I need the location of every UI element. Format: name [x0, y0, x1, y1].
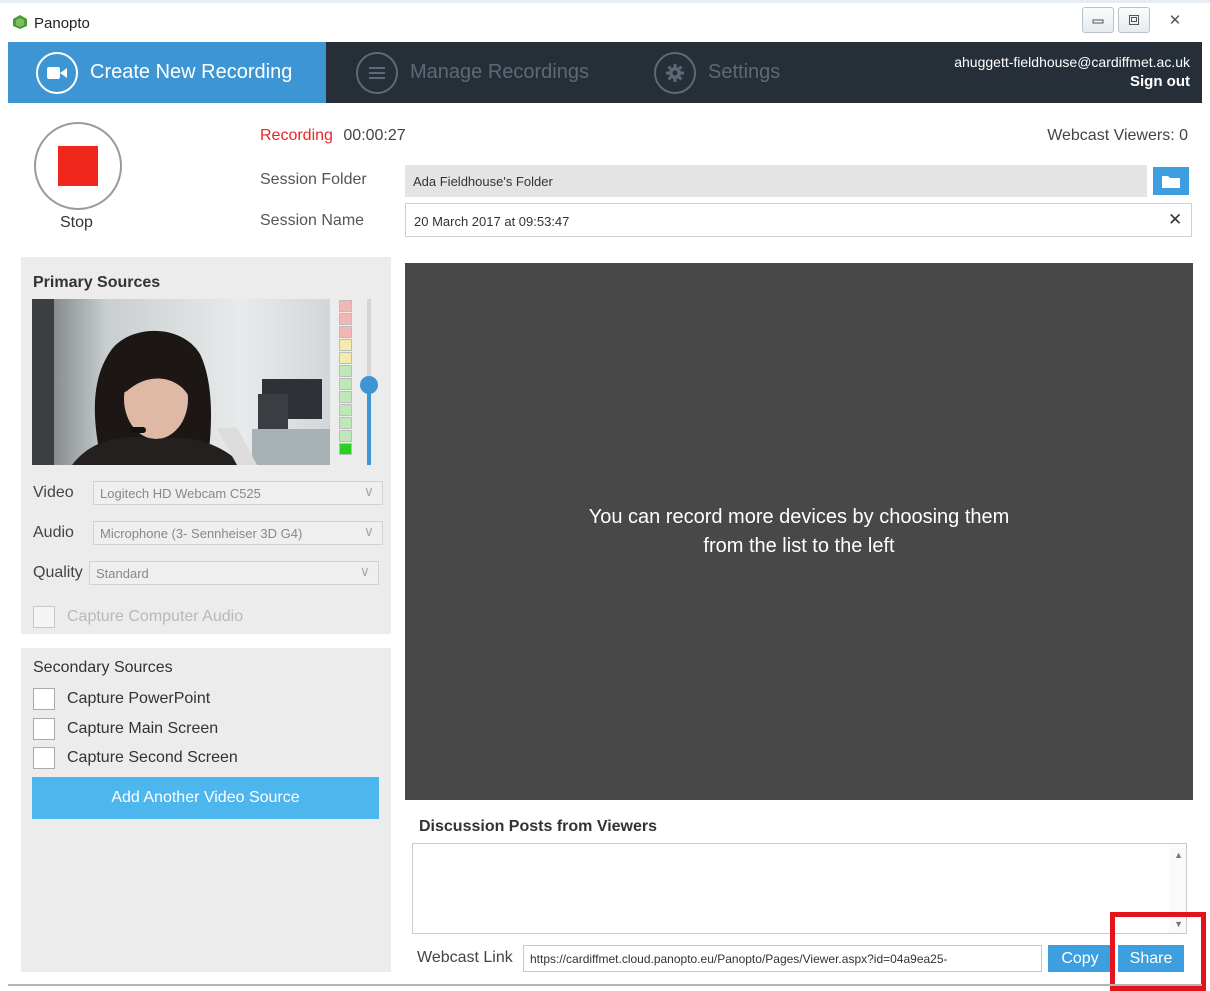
capture-second-screen-option[interactable]: Capture Second Screen [33, 747, 238, 769]
webcam-preview [32, 299, 330, 465]
tab-label: Settings [708, 61, 781, 83]
audio-meter-segment [339, 443, 352, 455]
browse-folder-button[interactable] [1153, 167, 1189, 195]
audio-label: Audio [33, 524, 74, 541]
clear-session-name-icon[interactable]: ✕ [1168, 210, 1182, 230]
session-name-label: Session Name [260, 212, 365, 229]
chevron-down-icon: ∨ [363, 523, 374, 539]
maximize-button[interactable] [1118, 7, 1150, 33]
secondary-sources-title: Secondary Sources [33, 659, 173, 676]
video-source-value: Logitech HD Webcam C525 [100, 486, 261, 501]
quality-label: Quality [33, 564, 83, 581]
webcast-link-label: Webcast Link [417, 949, 513, 966]
webcam-preview-image [32, 299, 330, 465]
stop-icon [58, 146, 98, 186]
capture-second-screen-label: Capture Second Screen [67, 749, 238, 766]
user-email: ahuggett-fieldhouse@cardiffmet.ac.uk [954, 54, 1190, 70]
recording-elapsed-time: 00:00:27 [343, 127, 406, 144]
gear-icon [654, 51, 696, 94]
video-label: Video [33, 484, 74, 501]
video-source-row: Video Logitech HD Webcam C525 ∨ [33, 481, 383, 505]
add-video-source-button[interactable]: Add Another Video Source [32, 777, 379, 819]
capture-computer-audio-checkbox[interactable] [33, 606, 55, 628]
audio-meter-segment [339, 365, 352, 377]
audio-meter-segment [339, 404, 352, 416]
discussion-posts-box: ▲ ▼ [412, 843, 1187, 934]
volume-slider[interactable] [360, 299, 378, 465]
scroll-up-icon[interactable]: ▲ [1174, 850, 1183, 860]
window-bottom-border [8, 984, 1202, 986]
discussion-title: Discussion Posts from Viewers [419, 818, 658, 835]
main-nav: Create New Recording Manage Recordings S… [8, 42, 1202, 103]
tab-create-new-recording[interactable]: Create New Recording [8, 42, 326, 103]
audio-source-row: Audio Microphone (3- Sennheiser 3D G4) ∨ [33, 521, 383, 545]
empty-stage-message: You can record more devices by choosing … [588, 505, 1010, 557]
quality-select[interactable]: Standard ∨ [89, 561, 379, 585]
primary-sources-title: Primary Sources [33, 274, 161, 291]
window-title: Panopto [34, 15, 90, 32]
capture-powerpoint-option[interactable]: Capture PowerPoint [33, 688, 210, 710]
video-camera-icon [36, 51, 78, 94]
close-icon: ✕ [1168, 12, 1182, 29]
secondary-preview-area: You can record more devices by choosing … [405, 263, 1193, 800]
capture-main-screen-label: Capture Main Screen [67, 720, 219, 737]
capture-second-screen-checkbox[interactable] [33, 747, 55, 769]
primary-sources-panel: Primary Sources Video Logitech HD Webcam… [21, 257, 391, 634]
capture-powerpoint-checkbox[interactable] [33, 688, 55, 710]
tab-label: Create New Recording [90, 61, 293, 83]
stop-label: Stop [60, 214, 93, 231]
chevron-down-icon: ∨ [359, 563, 370, 579]
audio-meter-segment [339, 378, 352, 390]
audio-level-meter [339, 300, 353, 456]
minimize-icon [1092, 19, 1104, 24]
list-menu-icon [356, 51, 398, 94]
window-title-bar: Panopto ✕ [0, 0, 1210, 42]
capture-powerpoint-label: Capture PowerPoint [67, 690, 211, 707]
audio-meter-segment [339, 391, 352, 403]
recording-status: Recording 00:00:27 [260, 127, 406, 145]
session-name-input[interactable]: 20 March 2017 at 09:53:47 [405, 203, 1192, 237]
stop-recording-button[interactable] [34, 122, 122, 210]
sign-out-link[interactable]: Sign out [954, 72, 1190, 92]
audio-source-select[interactable]: Microphone (3- Sennheiser 3D G4) ∨ [93, 521, 383, 545]
capture-computer-audio-option[interactable]: Capture Computer Audio [33, 606, 243, 628]
restore-icon [1129, 15, 1139, 25]
quality-value: Standard [96, 566, 149, 581]
audio-meter-segment [339, 313, 352, 325]
capture-main-screen-checkbox[interactable] [33, 718, 55, 740]
minimize-button[interactable] [1082, 7, 1114, 33]
webcast-viewers-count: Webcast Viewers: 0 [1047, 127, 1188, 144]
volume-slider-handle[interactable] [360, 376, 378, 395]
chevron-down-icon: ∨ [363, 483, 374, 499]
tab-manage-recordings[interactable]: Manage Recordings [356, 42, 589, 103]
tab-label: Manage Recordings [410, 61, 589, 83]
capture-computer-audio-label: Capture Computer Audio [67, 608, 244, 625]
audio-meter-segment [339, 417, 352, 429]
audio-meter-segment [339, 326, 352, 338]
copy-link-button[interactable]: Copy [1048, 945, 1112, 972]
close-window-button[interactable]: ✕ [1154, 7, 1196, 33]
audio-meter-segment [339, 430, 352, 442]
audio-meter-segment [339, 339, 352, 351]
panopto-logo-icon [13, 15, 27, 29]
video-source-select[interactable]: Logitech HD Webcam C525 ∨ [93, 481, 383, 505]
quality-row: Quality Standard ∨ [33, 561, 379, 585]
webcast-link-field[interactable]: https://cardiffmet.cloud.panopto.eu/Pano… [523, 945, 1042, 972]
folder-icon [1162, 175, 1180, 188]
audio-meter-segment [339, 300, 352, 312]
capture-main-screen-option[interactable]: Capture Main Screen [33, 718, 218, 740]
secondary-sources-panel: Secondary Sources Capture PowerPoint Cap… [21, 648, 391, 972]
tab-settings[interactable]: Settings [654, 42, 780, 103]
session-folder-field[interactable]: Ada Fieldhouse's Folder [405, 165, 1147, 197]
session-folder-label: Session Folder [260, 171, 367, 188]
volume-slider-fill [367, 385, 371, 465]
audio-meter-segment [339, 352, 352, 364]
share-highlight-box [1110, 912, 1206, 991]
recording-status-label: Recording [260, 127, 333, 144]
audio-source-value: Microphone (3- Sennheiser 3D G4) [100, 526, 303, 541]
